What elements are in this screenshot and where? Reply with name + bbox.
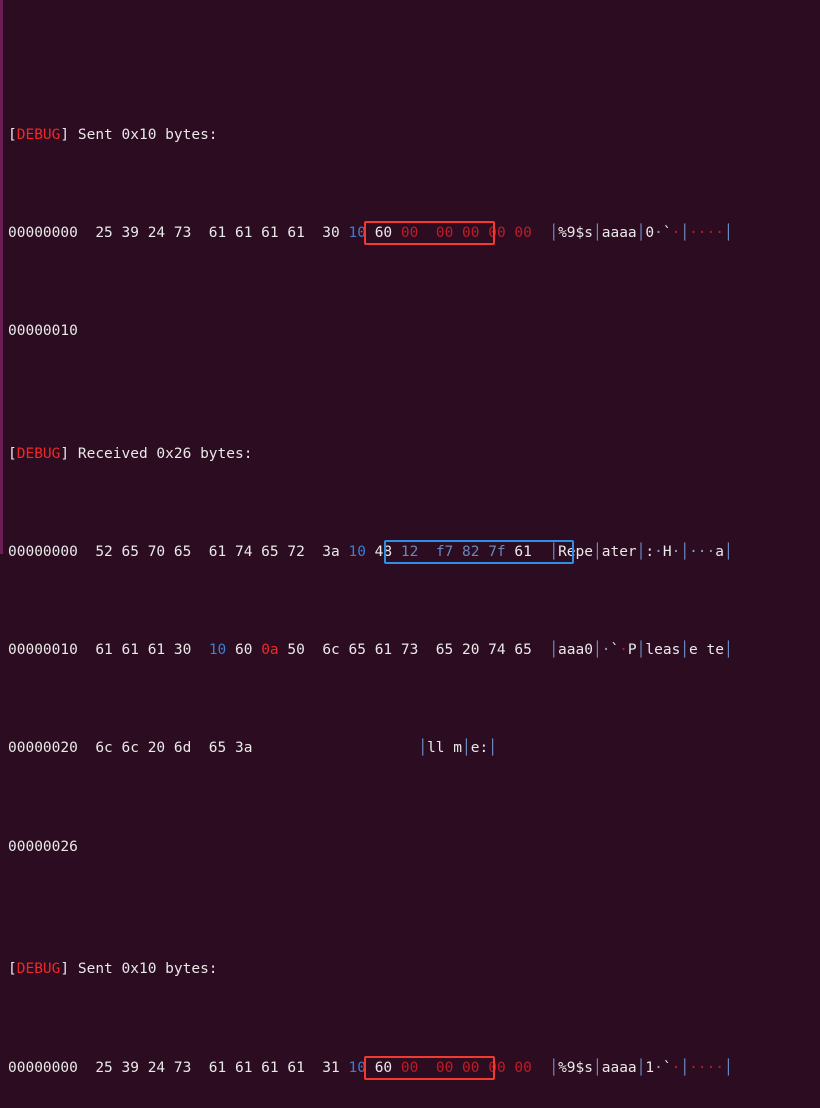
hexdump-row: 00000010 61 61 61 30 10 60 0a 50 6c 65 6…	[8, 642, 733, 659]
debug-tag: DEBUG	[16, 445, 61, 462]
debug-header-text: Sent 0x10 bytes:	[69, 126, 218, 143]
hexdump-row: 00000000 25 39 24 73 61 61 61 61 31 10 6…	[8, 1055, 820, 1081]
hexdump-row: 00000000 25 39 24 73 61 61 61 61 30 10 6…	[8, 220, 820, 246]
hex-offset: 00000000	[8, 224, 78, 241]
hex-offset: 00000020	[8, 740, 78, 757]
bracket-open: [	[8, 126, 17, 143]
hexdump-end-offset: 00000026	[8, 838, 78, 855]
terminal-output[interactable]: [DEBUG] Sent 0x10 bytes: 00000000 25 39 …	[0, 0, 820, 1080]
hexdump-row: 00000000 52 65 70 65 61 74 65 72 3a 10 4…	[8, 540, 820, 565]
debug-header-line: [DEBUG] Sent 0x10 bytes:	[8, 961, 218, 978]
hexdump-end-offset: 00000010	[8, 323, 78, 340]
debug-header-text: Received 0x26 bytes:	[69, 445, 253, 462]
hex-ascii: %9$s	[558, 224, 593, 241]
hexdump-row: 00000020 6c 6c 20 6d 65 3a │ll m│e:│	[8, 740, 497, 757]
debug-header-text: Sent 0x10 bytes:	[69, 961, 218, 978]
hex-bytes: 25 39 24 73 61 61 61 61	[95, 224, 323, 241]
hex-offset: 00000010	[8, 642, 78, 659]
bracket-close: ]	[60, 126, 70, 143]
debug-header-line: [DEBUG] Sent 0x10 bytes:	[8, 123, 820, 148]
hex-offset: 00000000	[8, 1059, 78, 1076]
debug-header-line: [DEBUG] Received 0x26 bytes:	[8, 445, 253, 462]
terminal-left-stripe	[0, 0, 3, 554]
debug-tag: DEBUG	[16, 961, 61, 978]
hex-offset: 00000000	[8, 544, 78, 561]
debug-tag: DEBUG	[16, 126, 61, 143]
